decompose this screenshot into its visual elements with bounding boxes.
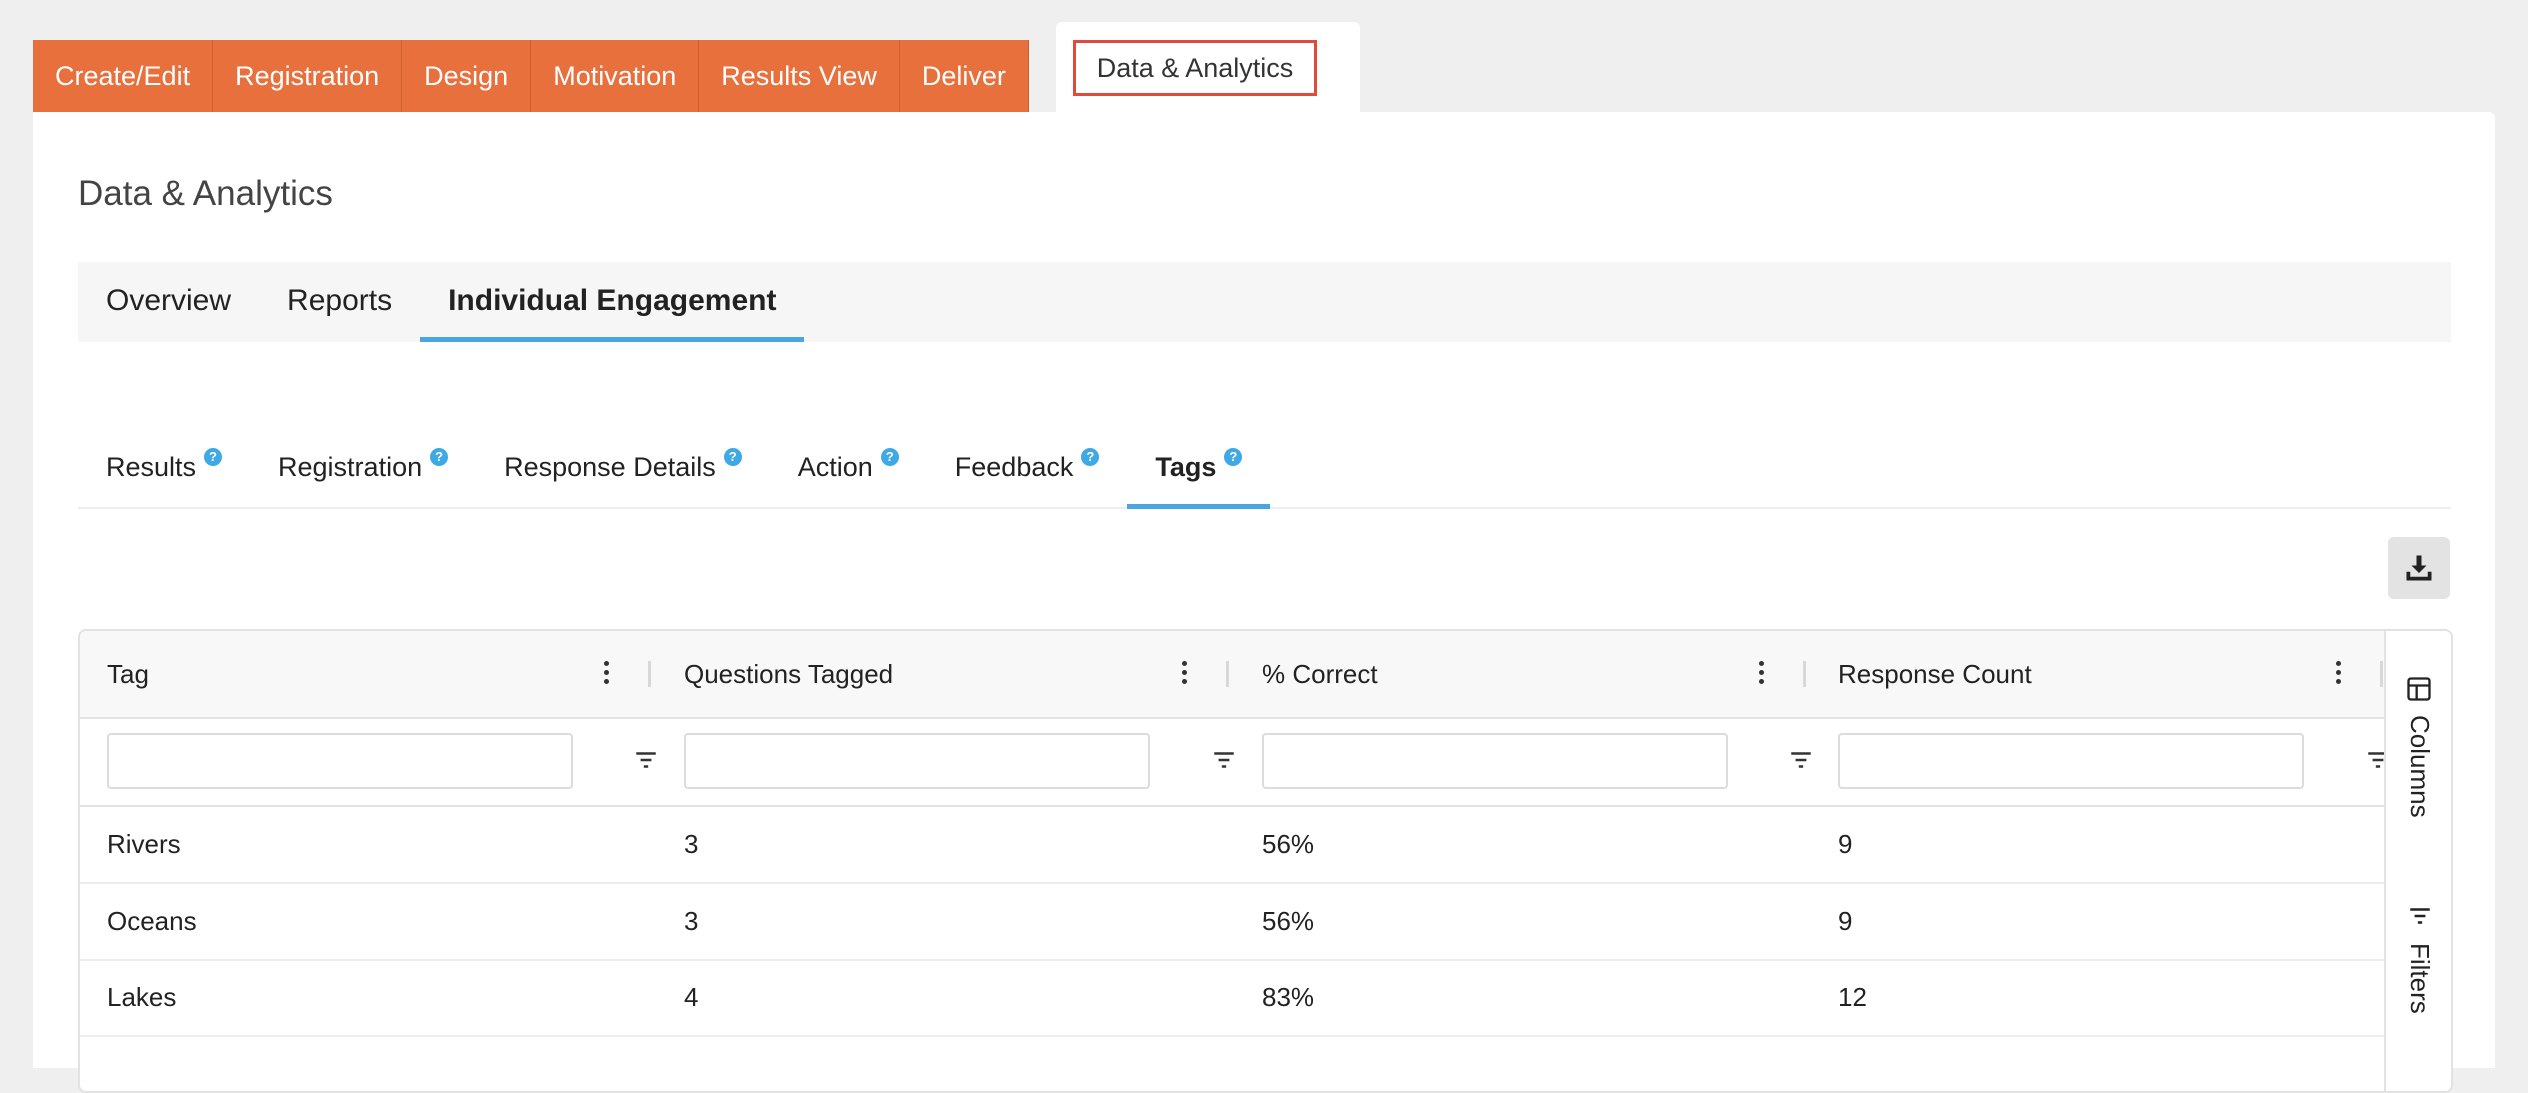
cell-tag: Lakes <box>107 982 177 1012</box>
column-header-percent-correct[interactable]: % Correct <box>1262 631 1378 717</box>
download-icon <box>2406 555 2432 581</box>
percent-correct-filter-input[interactable] <box>1262 733 1728 789</box>
help-icon[interactable]: ? <box>204 448 223 466</box>
help-icon[interactable]: ? <box>880 448 899 466</box>
tab-motivation[interactable]: Motivation <box>531 40 700 112</box>
column-resize-handle[interactable] <box>1803 661 1806 687</box>
table-row[interactable]: Rivers 3 56% 9 <box>80 807 2384 884</box>
help-icon[interactable]: ? <box>430 448 449 466</box>
tab-tags[interactable]: Tags? <box>1127 432 1271 509</box>
questions-tagged-filter-input[interactable] <box>684 733 1150 789</box>
filter-icon[interactable] <box>1788 747 1814 773</box>
tab-results-view[interactable]: Results View <box>699 40 900 112</box>
cell-questions-tagged: 3 <box>684 906 699 936</box>
sub-navigation: Overview Reports Individual Engagement <box>78 262 2451 342</box>
tab-label: Feedback <box>954 452 1074 482</box>
tab-reports[interactable]: Reports <box>259 262 420 342</box>
cell-percent-correct: 56% <box>1262 906 1315 936</box>
page-title: Data & Analytics <box>78 174 333 213</box>
help-icon[interactable]: ? <box>1224 448 1243 466</box>
tag-filter-input[interactable] <box>107 733 573 789</box>
column-menu-icon[interactable] <box>2332 659 2344 689</box>
cell-questions-tagged: 3 <box>684 829 699 859</box>
tab-label: Action <box>797 452 873 482</box>
detail-tabs: Results? Registration? Response Details?… <box>78 432 2451 509</box>
cell-tag: Oceans <box>107 906 197 936</box>
cell-response-count: 12 <box>1838 982 1867 1012</box>
main-panel: Data & Analytics Overview Reports Indivi… <box>33 112 2495 1093</box>
tab-label: Results <box>106 452 197 482</box>
tab-design[interactable]: Design <box>402 40 532 112</box>
tab-label: Tags <box>1155 452 1217 482</box>
tab-results[interactable]: Results? <box>78 432 250 507</box>
grid-header: Tag Questions Tagged % Correct Response … <box>80 631 2384 719</box>
top-navigation: Create/Edit Registration Design Motivati… <box>33 22 1360 114</box>
cell-tag: Rivers <box>107 829 181 859</box>
column-resize-handle[interactable] <box>648 661 651 687</box>
filter-icon[interactable] <box>633 747 659 773</box>
column-menu-icon[interactable] <box>1178 659 1190 689</box>
tab-individual-engagement[interactable]: Individual Engagement <box>420 262 805 342</box>
cell-questions-tagged: 4 <box>684 982 699 1012</box>
tab-feedback[interactable]: Feedback? <box>927 432 1128 507</box>
cell-response-count: 9 <box>1838 829 1853 859</box>
columns-label: Columns <box>2405 715 2435 818</box>
download-button[interactable] <box>2388 537 2450 599</box>
tab-response-details[interactable]: Response Details? <box>476 432 770 507</box>
cell-response-count: 9 <box>1838 906 1853 936</box>
column-menu-icon[interactable] <box>600 659 612 689</box>
tab-label: Registration <box>278 452 423 482</box>
tab-registration[interactable]: Registration <box>213 40 403 112</box>
tab-label: Response Details <box>504 452 716 482</box>
tab-data-analytics[interactable]: Data & Analytics <box>1073 40 1317 96</box>
filters-panel-button[interactable]: Filters <box>2386 901 2451 1031</box>
column-header-questions-tagged[interactable]: Questions Tagged <box>684 631 893 717</box>
active-tab-container: Data & Analytics <box>1056 22 1360 114</box>
tab-create-edit[interactable]: Create/Edit <box>33 40 214 112</box>
column-resize-handle[interactable] <box>2380 661 2383 687</box>
columns-panel-button[interactable]: Columns <box>2386 671 2451 818</box>
tab-overview[interactable]: Overview <box>78 262 259 342</box>
columns-icon <box>2407 677 2431 701</box>
tags-data-grid: Tag Questions Tagged % Correct Response … <box>78 629 2453 1093</box>
help-icon[interactable]: ? <box>1081 448 1100 466</box>
table-row[interactable]: Oceans 3 56% 9 <box>80 884 2384 961</box>
tab-deliver[interactable]: Deliver <box>899 40 1029 112</box>
column-resize-handle[interactable] <box>1226 661 1229 687</box>
grid-filter-row <box>80 719 2388 807</box>
tab-action[interactable]: Action? <box>770 432 927 507</box>
help-icon[interactable]: ? <box>723 448 742 466</box>
cell-percent-correct: 56% <box>1262 829 1315 859</box>
tab-registration-detail[interactable]: Registration? <box>250 432 476 507</box>
filter-icon <box>2410 908 2430 924</box>
response-count-filter-input[interactable] <box>1838 733 2304 789</box>
cell-percent-correct: 83% <box>1262 982 1315 1012</box>
filters-label: Filters <box>2405 943 2435 1014</box>
column-menu-icon[interactable] <box>1755 659 1767 689</box>
table-row[interactable]: Lakes 4 83% 12 <box>80 960 2384 1037</box>
column-header-tag[interactable]: Tag <box>107 631 149 717</box>
filter-icon[interactable] <box>1211 747 1237 773</box>
column-header-response-count[interactable]: Response Count <box>1838 631 2032 717</box>
grid-side-panel: Columns Filters <box>2384 631 2451 1091</box>
